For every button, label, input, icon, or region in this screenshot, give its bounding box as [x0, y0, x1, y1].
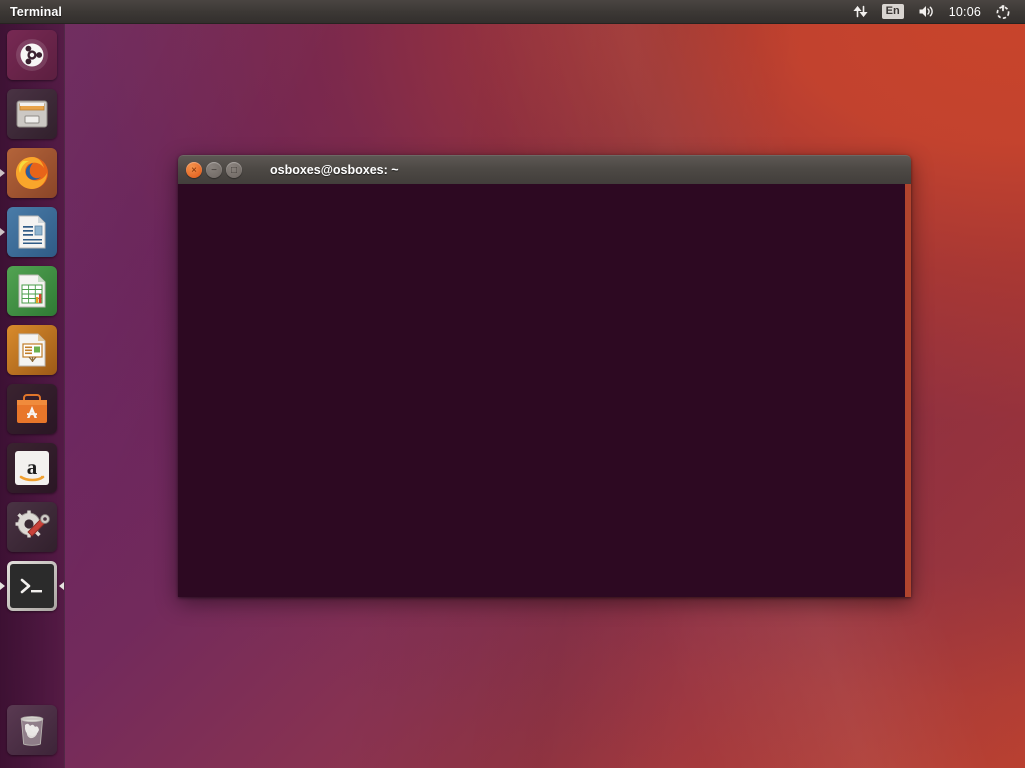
launcher-pip-terminal-focused	[59, 582, 64, 590]
volume-indicator[interactable]	[911, 0, 942, 24]
keyboard-indicator[interactable]: En	[875, 0, 911, 24]
terminal-body[interactable]	[178, 184, 911, 597]
launcher-item-libreoffice-calc[interactable]	[7, 266, 57, 316]
session-indicator[interactable]	[988, 0, 1018, 24]
clock-indicator[interactable]: 10:06	[942, 0, 988, 24]
terminal-titlebar[interactable]: × − □ osboxes@osboxes: ~	[178, 155, 911, 184]
launcher-item-libreoffice-writer[interactable]	[0, 207, 57, 257]
amazon-icon: a	[7, 443, 57, 493]
launcher-item-terminal[interactable]	[0, 561, 64, 611]
power-gear-icon	[996, 4, 1010, 19]
ubuntu-logo-icon	[7, 30, 57, 80]
launcher-pip-terminal-running	[0, 582, 5, 590]
desktop: Terminal En 10:06 a × − □ osboxes@osboxe…	[0, 0, 1025, 768]
keyboard-layout-label: En	[881, 4, 904, 19]
launcher-item-files[interactable]	[7, 89, 57, 139]
launcher-item-libreoffice-impress[interactable]	[7, 325, 57, 375]
launcher-pip-writer	[0, 228, 5, 236]
software-bag-icon	[7, 384, 57, 434]
file-cabinet-icon	[7, 89, 57, 139]
terminal-window-title: osboxes@osboxes: ~	[270, 163, 399, 177]
document-icon	[7, 207, 57, 257]
launcher-item-trash[interactable]	[7, 705, 57, 755]
terminal-window[interactable]: × − □ osboxes@osboxes: ~	[178, 155, 911, 597]
terminal-scrollbar[interactable]	[905, 184, 911, 597]
launcher-item-firefox[interactable]	[0, 148, 57, 198]
spreadsheet-icon	[7, 266, 57, 316]
terminal-scrollbar-thumb[interactable]	[905, 184, 911, 597]
window-maximize-button[interactable]: □	[226, 162, 242, 178]
panel-app-title[interactable]: Terminal	[10, 5, 62, 19]
launcher-item-ubuntu-dash[interactable]	[7, 30, 57, 80]
launcher-item-amazon[interactable]: a	[7, 443, 57, 493]
firefox-icon	[7, 148, 57, 198]
top-panel: Terminal En 10:06	[0, 0, 1025, 24]
launcher: a	[0, 24, 65, 768]
network-updown-icon	[853, 5, 868, 18]
volume-icon	[919, 6, 933, 17]
gear-wrench-icon	[7, 502, 57, 552]
network-indicator[interactable]	[846, 0, 875, 24]
window-minimize-button[interactable]: −	[206, 162, 222, 178]
launcher-item-system-settings[interactable]	[7, 502, 57, 552]
window-close-button[interactable]: ×	[186, 162, 202, 178]
svg-text:a: a	[27, 455, 38, 479]
presentation-icon	[7, 325, 57, 375]
trash-icon	[7, 705, 57, 755]
panel-indicators: En 10:06	[846, 0, 1025, 24]
launcher-pip-firefox	[0, 169, 5, 177]
launcher-item-ubuntu-software[interactable]	[7, 384, 57, 434]
terminal-icon	[7, 561, 57, 611]
